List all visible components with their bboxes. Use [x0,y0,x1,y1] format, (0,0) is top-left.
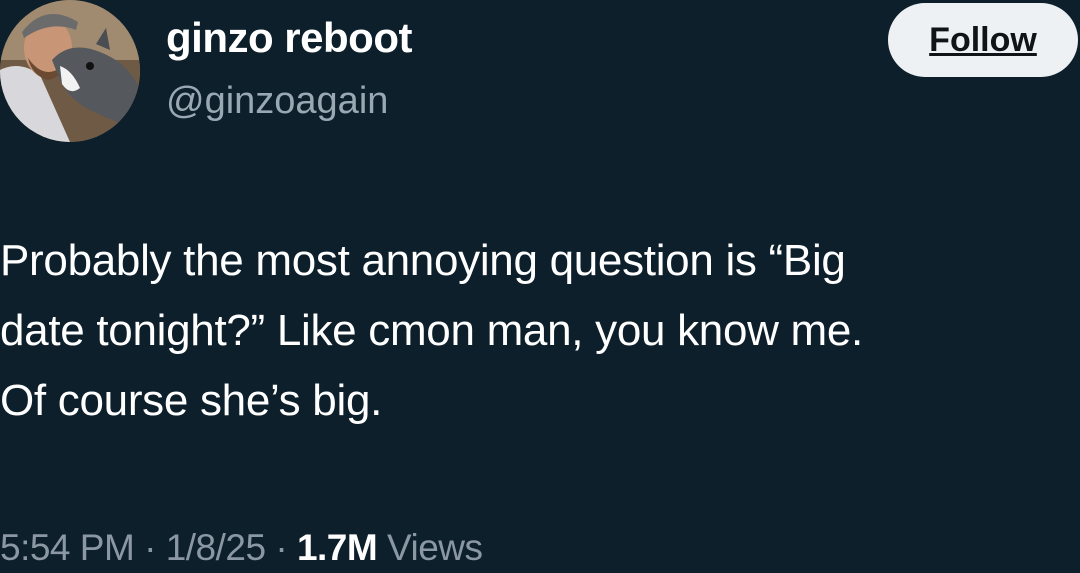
tweet-date[interactable]: 1/8/25 [166,527,266,568]
views-label: Views [377,527,483,568]
display-name[interactable]: ginzo reboot [166,14,412,62]
avatar[interactable] [0,0,140,142]
separator: · [265,527,297,568]
tweet-time[interactable]: 5:54 PM [0,527,135,568]
tweet-text: Probably the most annoying question is “… [0,226,1075,436]
avatar-photo [0,0,140,142]
tweet-meta: 5:54 PM · 1/8/25 · 1.7M Views [0,527,483,569]
follow-button[interactable]: Follow [888,3,1078,77]
separator: · [134,527,166,568]
tweet-text-line: Of course she’s big. [0,376,383,425]
tweet: ginzo reboot @ginzoagain Follow Probably… [0,0,1080,573]
views-count: 1.7M [296,527,378,568]
user-handle[interactable]: @ginzoagain [166,80,388,123]
tweet-text-line: date tonight?” Like cmon man, you know m… [0,306,863,355]
tweet-text-line: Probably the most annoying question is “… [0,236,846,285]
